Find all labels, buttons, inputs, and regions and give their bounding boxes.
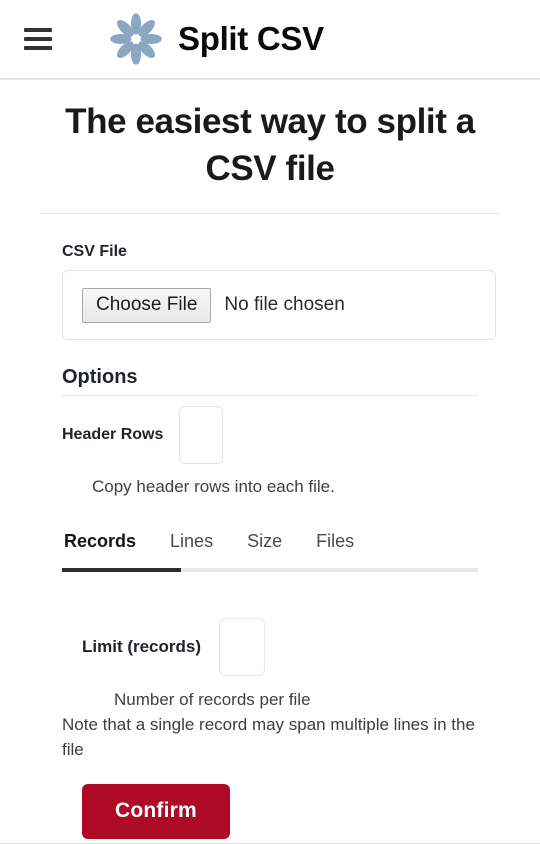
- hamburger-bar-3: [24, 46, 52, 50]
- tab-lines[interactable]: Lines: [170, 531, 213, 568]
- tab-records[interactable]: Records: [64, 531, 136, 568]
- tab-active-indicator: [62, 568, 181, 572]
- split-mode-tabs: Records Lines Size Files: [62, 531, 478, 572]
- confirm-button[interactable]: Confirm: [82, 784, 230, 839]
- top-navbar: Split CSV: [0, 0, 540, 80]
- csv-file-label: CSV File: [62, 243, 127, 260]
- limit-input[interactable]: [219, 618, 266, 676]
- split-form: CSV File Choose File No file chosen Opti…: [0, 243, 540, 839]
- limit-note: Note that a single record may span multi…: [62, 715, 475, 759]
- flower-logo-icon: [108, 11, 164, 67]
- brand-title: Split CSV: [178, 20, 324, 57]
- limit-row: Limit (records): [62, 618, 478, 676]
- limit-help: Number of records per file: [114, 690, 311, 709]
- confirm-wrap: Confirm: [62, 784, 478, 839]
- csv-file-input[interactable]: Choose File No file chosen: [62, 270, 496, 340]
- tab-files[interactable]: Files: [316, 531, 354, 568]
- header-rows-row: Header Rows: [62, 406, 478, 464]
- brand-link[interactable]: Split CSV: [108, 11, 324, 67]
- header-rows-help: Copy header rows into each file.: [92, 477, 335, 496]
- page-title: The easiest way to split a CSV file: [65, 102, 475, 188]
- heading-divider: [40, 213, 500, 214]
- header-rows-label: Header Rows: [62, 426, 164, 443]
- tab-list: Records Lines Size Files: [62, 531, 478, 568]
- options-divider: [62, 395, 478, 396]
- limit-label: Limit (records): [82, 637, 202, 656]
- hamburger-bar-1: [24, 28, 52, 32]
- choose-file-button[interactable]: Choose File: [82, 287, 212, 323]
- tab-underline-track: [62, 568, 478, 572]
- header-rows-input[interactable]: [179, 406, 224, 464]
- tab-size[interactable]: Size: [247, 531, 282, 568]
- hamburger-bar-2: [24, 37, 52, 41]
- hamburger-menu-icon[interactable]: [24, 26, 54, 52]
- file-status-text: No file chosen: [224, 294, 345, 315]
- app-page: Split CSV The easiest way to split a CSV…: [0, 0, 540, 844]
- options-section-title: Options: [62, 366, 138, 388]
